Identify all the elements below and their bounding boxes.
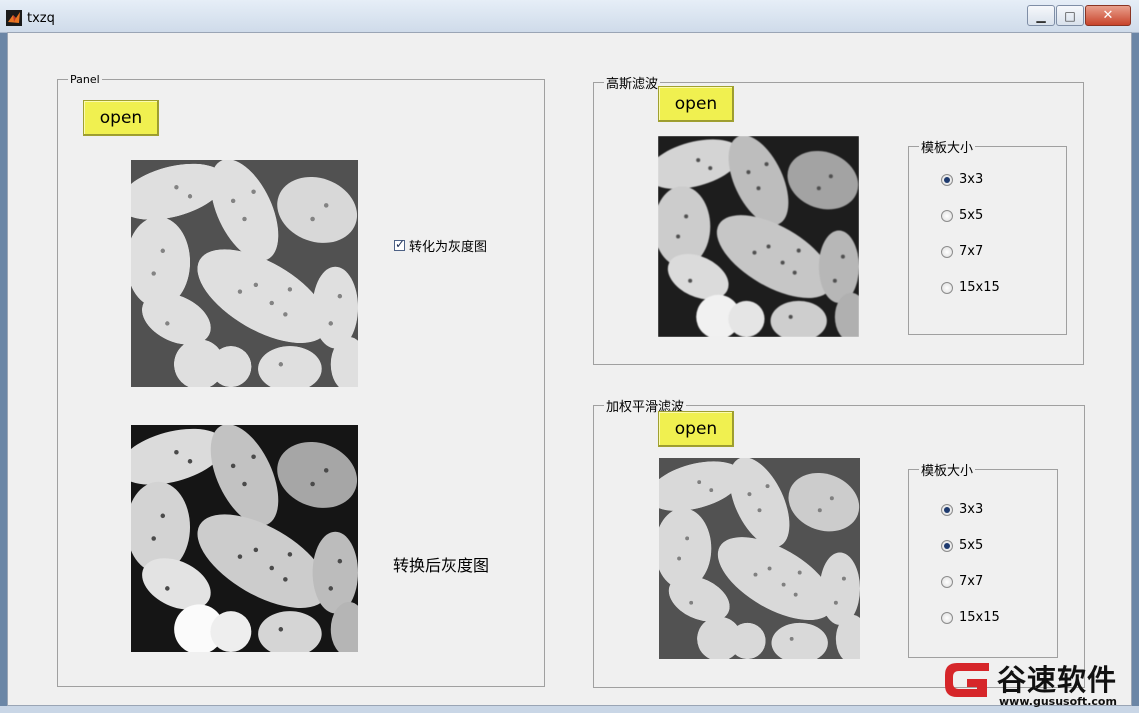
grayscale-image (131, 425, 358, 652)
close-button[interactable]: ✕ (1085, 5, 1131, 26)
gauss-image-graphic (658, 136, 859, 337)
weighted-template-legend: 模板大小 (921, 464, 974, 479)
original-image (131, 160, 358, 387)
app-window: txzq ▁ □ ✕ Panel open ✓ 转化为灰度图 转换后灰度图 高斯… (0, 0, 1139, 713)
grayscale-image-graphic (131, 425, 358, 652)
watermark-url: www.gususoft.com (999, 695, 1117, 708)
weighted-image-graphic (659, 458, 860, 659)
left-panel-legend: Panel (70, 73, 100, 86)
gauss-panel-legend: 高斯滤波 (606, 77, 659, 92)
radio-icon[interactable] (941, 281, 953, 294)
gususoft-logo-icon (945, 663, 989, 697)
gauss-radio-7x7[interactable]: 7x7 (941, 244, 983, 259)
radio-icon[interactable] (941, 245, 953, 258)
radio-icon[interactable] (941, 611, 953, 624)
gauss-radio-label: 3x3 (959, 172, 984, 187)
figure-area: Panel open ✓ 转化为灰度图 转换后灰度图 高斯滤波 open 模板大… (7, 32, 1132, 706)
grayscale-checkbox-row[interactable]: ✓ 转化为灰度图 (394, 236, 487, 255)
gauss-radio-3x3[interactable]: 3x3 (941, 172, 983, 187)
gauss-template-group: 模板大小 (908, 137, 1067, 335)
gauss-radio-label: 5x5 (959, 208, 984, 223)
weighted-radio-label: 7x7 (959, 574, 984, 589)
weighted-image (659, 458, 860, 659)
radio-icon[interactable] (941, 209, 953, 222)
window-title: txzq (27, 11, 55, 26)
matlab-icon (6, 10, 22, 26)
maximize-icon: □ (1064, 8, 1076, 23)
weighted-radio-3x3[interactable]: 3x3 (941, 502, 983, 517)
weighted-open-button[interactable]: open (658, 411, 734, 447)
gauss-open-button[interactable]: open (658, 86, 734, 122)
maximize-button[interactable]: □ (1056, 5, 1084, 26)
window-controls: ▁ □ ✕ (1026, 5, 1131, 26)
weighted-radio-15x15[interactable]: 15x15 (941, 610, 1000, 625)
check-icon: ✓ (395, 237, 406, 251)
title-bar[interactable]: txzq ▁ □ ✕ (0, 0, 1139, 33)
weighted-radio-7x7[interactable]: 7x7 (941, 574, 983, 589)
original-image-graphic (131, 160, 358, 387)
minimize-icon: ▁ (1036, 8, 1046, 23)
radio-selected-icon[interactable] (941, 173, 953, 186)
gauss-radio-label: 15x15 (959, 280, 1000, 295)
watermark-name: 谷速软件 (997, 663, 1118, 697)
gauss-image (658, 136, 859, 337)
radio-selected-icon[interactable] (941, 503, 953, 516)
weighted-radio-label: 3x3 (959, 502, 984, 517)
left-open-button[interactable]: open (83, 100, 159, 136)
radio-icon[interactable] (941, 575, 953, 588)
close-icon: ✕ (1102, 8, 1114, 23)
weighted-template-group: 模板大小 (908, 460, 1058, 658)
weighted-radio-label: 15x15 (959, 610, 1000, 625)
grayscale-checkbox[interactable]: ✓ (394, 237, 406, 251)
weighted-radio-label: 5x5 (959, 538, 984, 553)
radio-selected-icon[interactable] (941, 539, 953, 552)
watermark: 谷速软件 www.gususoft.com (939, 655, 1139, 711)
gauss-template-legend: 模板大小 (921, 141, 974, 156)
weighted-radio-5x5[interactable]: 5x5 (941, 538, 983, 553)
gauss-radio-label: 7x7 (959, 244, 984, 259)
grayscale-result-label: 转换后灰度图 (393, 556, 490, 575)
grayscale-checkbox-label: 转化为灰度图 (409, 240, 488, 255)
gauss-radio-5x5[interactable]: 5x5 (941, 208, 983, 223)
gauss-radio-15x15[interactable]: 15x15 (941, 280, 1000, 295)
minimize-button[interactable]: ▁ (1027, 5, 1055, 26)
